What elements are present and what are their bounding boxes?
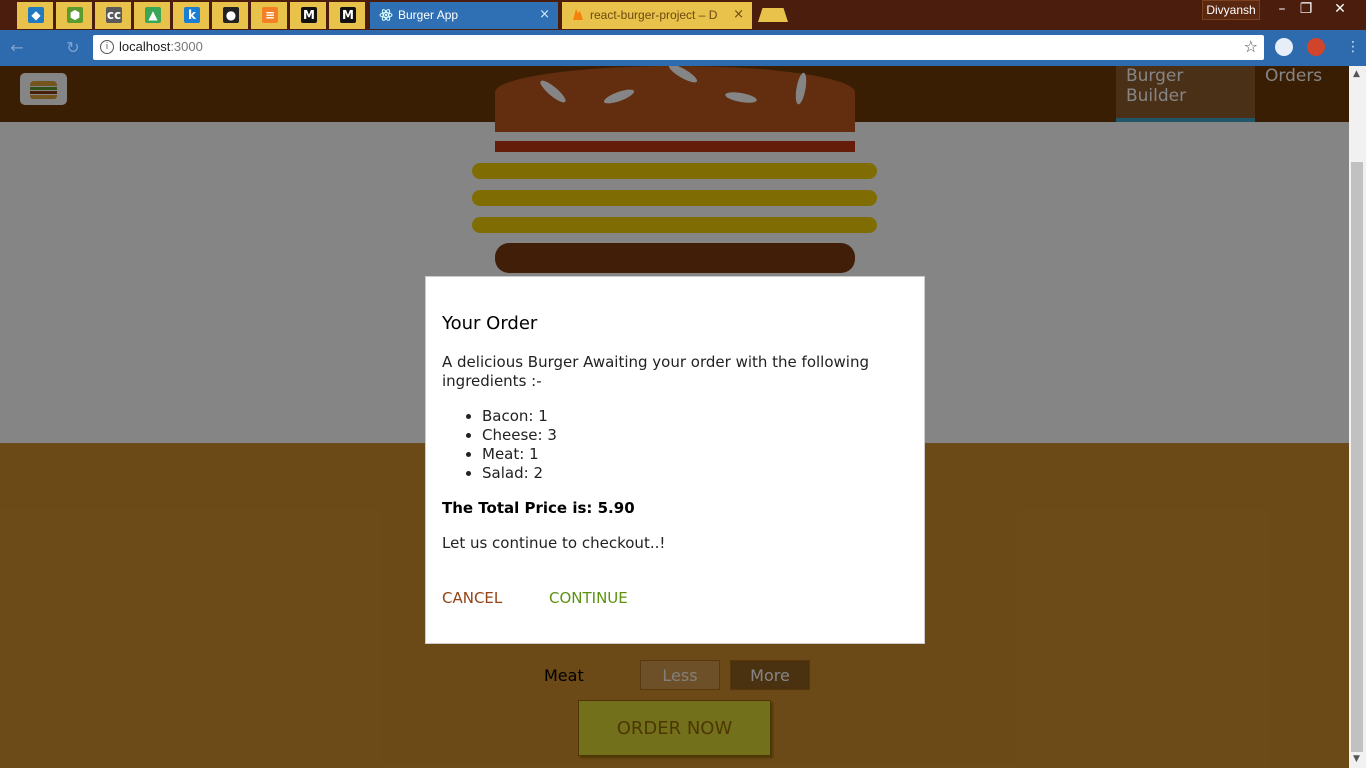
github-icon: ● (223, 7, 239, 23)
close-window-icon[interactable]: ✕ (1327, 1, 1353, 17)
bookmark-star-icon[interactable]: ☆ (1244, 37, 1258, 56)
drive-icon: ▲ (145, 7, 161, 23)
list-item: Cheese: 3 (482, 426, 557, 445)
react-icon (379, 9, 393, 21)
tab-react-burger-project[interactable]: react-burger-project – D × (562, 2, 752, 29)
cc-icon: cc (106, 7, 122, 23)
restore-icon[interactable]: ❐ (1293, 1, 1319, 17)
modal-title: Your Order (442, 313, 538, 334)
tab-title: Burger App (398, 8, 459, 22)
nodejs-icon: ⬢ (67, 7, 83, 23)
bird-icon: ◆ (28, 7, 44, 23)
firebase-icon (573, 9, 583, 20)
pinned-tab[interactable]: M (329, 2, 365, 29)
pinned-tab[interactable]: M (290, 2, 326, 29)
new-tab-button[interactable] (758, 8, 788, 22)
continue-button[interactable]: CONTINUE (549, 589, 628, 607)
url-text[interactable]: localhost:3000 (119, 39, 203, 54)
pinned-tab[interactable]: k (173, 2, 209, 29)
stackoverflow-icon: ≡ (262, 7, 278, 23)
modal-description: A delicious Burger Awaiting your order w… (442, 353, 869, 390)
medium-icon: M (340, 7, 356, 23)
address-bar[interactable]: i localhost:3000 ☆ (93, 35, 1264, 60)
pinned-tab[interactable]: cc (95, 2, 131, 29)
minimize-icon[interactable]: – (1269, 1, 1295, 17)
medium-icon: M (301, 7, 317, 23)
extension-icon[interactable] (1275, 38, 1293, 56)
k-icon: k (184, 7, 200, 23)
close-icon[interactable]: × (733, 7, 744, 22)
burger-app: Burger Builder Orders Meat Less More ORD… (0, 66, 1349, 768)
menu-icon[interactable]: ⋮ (1346, 39, 1360, 55)
pinned-tab[interactable]: ◆ (17, 2, 53, 29)
list-item: Salad: 2 (482, 464, 557, 483)
order-summary-modal: Your Order A delicious Burger Awaiting y… (425, 276, 925, 644)
scroll-thumb[interactable] (1351, 162, 1363, 752)
total-price: The Total Price is: 5.90 (442, 499, 635, 517)
extension-icon[interactable] (1307, 38, 1325, 56)
close-icon[interactable]: × (539, 7, 550, 22)
reload-icon[interactable]: ↻ (64, 39, 82, 57)
browser-tab-strip: ◆ ⬢ cc ▲ k ● ≡ M M Burger App × react-burger-pro… (0, 0, 1366, 30)
scroll-up-icon[interactable]: ▲ (1353, 69, 1360, 79)
pinned-tab[interactable]: ▲ (134, 2, 170, 29)
page-scrollbar[interactable]: ▲ ▼ (1349, 66, 1366, 768)
scroll-down-icon[interactable]: ▼ (1353, 754, 1360, 764)
tab-burger-app[interactable]: Burger App × (370, 2, 558, 29)
browser-toolbar: ← ↻ i localhost:3000 ☆ ⋮ (0, 30, 1366, 66)
list-item: Bacon: 1 (482, 407, 557, 426)
pinned-tab[interactable]: ⬢ (56, 2, 92, 29)
list-item: Meat: 1 (482, 445, 557, 464)
profile-badge[interactable]: Divyansh (1202, 0, 1260, 20)
checkout-question: Let us continue to checkout..! (442, 534, 666, 552)
tab-title: react-burger-project – D (590, 8, 718, 22)
info-icon[interactable]: i (100, 40, 114, 54)
back-icon[interactable]: ← (8, 39, 26, 57)
pinned-tab[interactable]: ≡ (251, 2, 287, 29)
pinned-tab[interactable]: ● (212, 2, 248, 29)
ingredient-list: Bacon: 1 Cheese: 3 Meat: 1 Salad: 2 (442, 407, 557, 483)
cancel-button[interactable]: CANCEL (442, 589, 502, 607)
